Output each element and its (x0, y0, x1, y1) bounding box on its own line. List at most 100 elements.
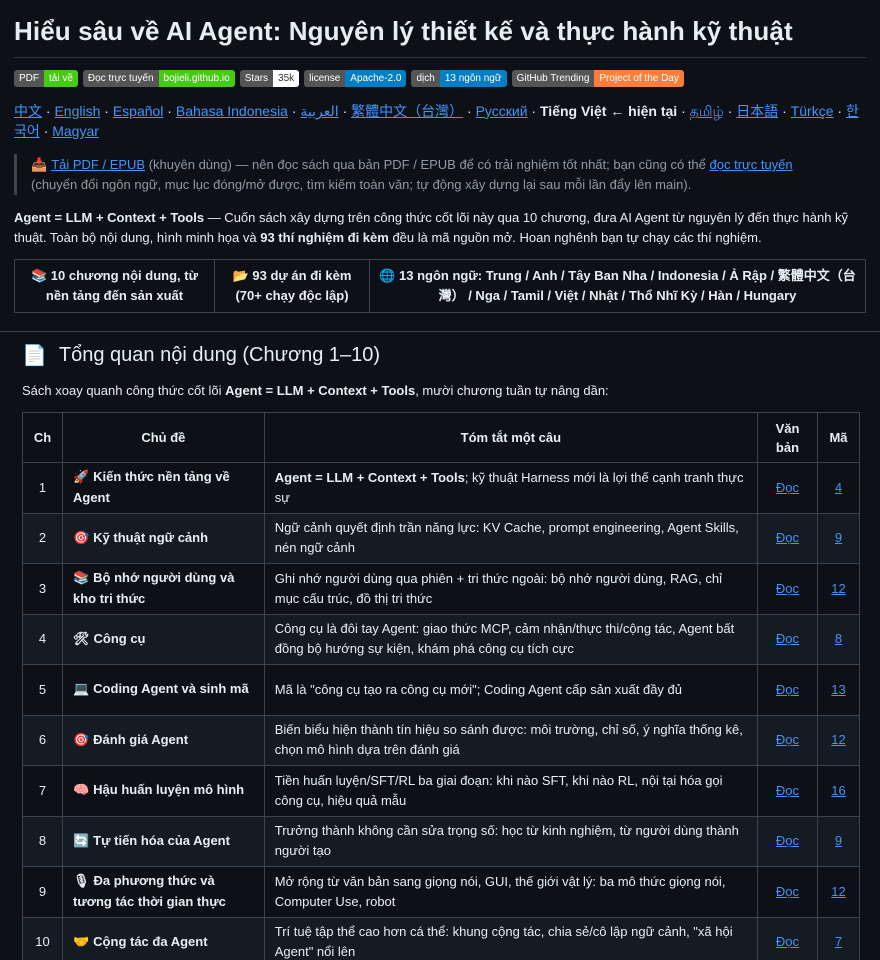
chapter-number: 3 (22, 563, 63, 615)
read-cell: Đọc (757, 512, 818, 564)
table-row: 3 📚 Bộ nhớ người dùng và kho tri thức Ghi n… (22, 563, 861, 615)
contents-section: 📄 Tổng quan nội dung (Chương 1–10) Sách … (22, 343, 861, 960)
chapter-number: 5 (22, 664, 63, 716)
read-link[interactable]: Đọc (776, 581, 799, 596)
language-link[interactable]: Magyar (52, 123, 99, 139)
chapter-summary: Ghi nhớ người dùng qua phiên + tri thức … (263, 563, 759, 615)
topic-icon: 🔄 (72, 833, 90, 849)
chapter-number: 2 (22, 512, 63, 564)
table-row: 6 🎯 Đánh giá Agent Biến biểu hiện thành tín… (22, 714, 861, 766)
table-row: 1 🚀 Kiến thức nền tảng về Agent Agent = LLM… (22, 462, 861, 514)
topic-icon: 🛠 (72, 631, 90, 647)
section-subtitle: Sách xoay quanh công thức cốt lõi Agent … (22, 383, 609, 398)
badge[interactable]: Stars 35k (239, 70, 300, 87)
col-ch: Ch (22, 412, 63, 463)
chapter-summary: Mở rộng từ văn bản sang giọng nói, GUI, … (263, 866, 759, 918)
topic-icon: 🚀 (72, 470, 90, 486)
topic-icon: 🤝 (72, 934, 90, 950)
code-cell: 8 (816, 613, 861, 665)
feature-chapters: 📚 10 chương nội dung, từ nền tảng đến sả… (15, 260, 215, 312)
code-cell: 16 (816, 765, 861, 817)
code-link[interactable]: 12 (831, 732, 845, 747)
read-link[interactable]: Đọc (776, 682, 799, 697)
document-icon: 📄 (22, 343, 47, 367)
code-link[interactable]: 9 (835, 530, 842, 545)
code-link[interactable]: 4 (835, 480, 842, 495)
pdf-epub-link[interactable]: Tải PDF / EPUB (51, 157, 145, 172)
topic-icon: 📚 (72, 571, 90, 587)
read-cell: Đọc (757, 916, 818, 960)
chapter-number: 8 (22, 815, 63, 867)
badge[interactable]: PDF tải về (14, 70, 78, 87)
topic-icon: 🎯 (72, 732, 90, 748)
read-cell: Đọc (757, 462, 818, 514)
badge[interactable]: Đọc trực tuyến bojieli.github.io (82, 70, 235, 87)
language-link[interactable]: 中文 (14, 103, 42, 119)
read-link[interactable]: Đọc (776, 631, 799, 646)
section-divider (0, 331, 880, 332)
code-link[interactable]: 12 (831, 581, 845, 596)
read-link[interactable]: Đọc (776, 783, 799, 798)
read-cell: Đọc (757, 765, 818, 817)
chapter-topic: 🎙 Đa phương thức và tương tác thời gian t… (61, 866, 265, 918)
col-topic: Chủ đề (61, 412, 265, 463)
language-link[interactable]: Bahasa Indonesia (176, 103, 288, 119)
topic-icon: 🧠 (72, 783, 90, 799)
badge[interactable]: dịch 13 ngôn ngữ (411, 70, 507, 87)
language-link[interactable]: 繁體中文（台灣） (351, 103, 463, 119)
current-language: Tiếng Việt ← hiện tại (540, 103, 678, 119)
chapter-topic: 💻 Coding Agent và sinh mã (61, 664, 265, 716)
code-cell: 9 (816, 512, 861, 564)
language-link[interactable]: Español (113, 103, 164, 119)
feature-languages: 🌐 13 ngôn ngữ: Trung / Anh / Tây Ban Nha… (379, 268, 856, 303)
chapter-topic: 🎯 Đánh giá Agent (61, 714, 265, 766)
chapter-number: 10 (22, 916, 63, 960)
chapter-summary: Mã là "công cụ tạo ra công cụ mới"; Codi… (263, 664, 759, 716)
language-link[interactable]: தமிழ் (690, 103, 724, 119)
language-link[interactable]: Русский (476, 103, 528, 119)
chapter-summary: Tiền huấn luyện/SFT/RL ba giai đoạn: khi… (263, 765, 759, 817)
chapter-summary: Agent = LLM + Context + Tools; kỹ thuật … (263, 462, 759, 514)
read-link[interactable]: Đọc (776, 934, 799, 949)
badge[interactable]: GitHub Trending Project of the Day (511, 70, 684, 87)
code-link[interactable]: 16 (831, 783, 845, 798)
code-link[interactable]: 12 (831, 884, 845, 899)
read-link[interactable]: Đọc (776, 530, 799, 545)
chapter-topic: 🤝 Cộng tác đa Agent (61, 916, 265, 960)
chapter-topic: 🚀 Kiến thức nền tảng về Agent (61, 462, 265, 514)
chapter-topic: 📚 Bộ nhớ người dùng và kho tri thức (61, 563, 265, 615)
chapter-number: 6 (22, 714, 63, 766)
download-note: 📥 Tải PDF / EPUB (khuyên dùng) — nên đọc … (14, 154, 866, 195)
download-icon: 📥 (31, 158, 48, 173)
topic-icon: 🎯 (72, 530, 90, 546)
read-link[interactable]: Đọc (776, 884, 799, 899)
language-link[interactable]: العربية (300, 103, 338, 119)
read-link[interactable]: Đọc (776, 480, 799, 495)
code-cell: 13 (816, 664, 861, 716)
code-cell: 12 (816, 866, 861, 918)
page-title: Hiểu sâu về AI Agent: Nguyên lý thiết kế… (14, 0, 866, 58)
badge[interactable]: license Apache-2.0 (304, 70, 407, 87)
code-cell: 9 (816, 815, 861, 867)
chapter-topic: 🧠 Hậu huấn luyện mô hình (61, 765, 265, 817)
table-row: 2 🎯 Kỹ thuật ngữ cảnh Ngữ cảnh quyết định t… (22, 512, 861, 564)
read-link[interactable]: Đọc (776, 732, 799, 747)
read-online-link[interactable]: đọc trực tuyến (710, 157, 793, 172)
code-link[interactable]: 13 (831, 682, 845, 697)
language-list: 中文 · English · Español · Bahasa Indonesi… (14, 103, 859, 139)
code-link[interactable]: 9 (835, 833, 842, 848)
code-link[interactable]: 8 (835, 631, 842, 646)
code-link[interactable]: 7 (835, 934, 842, 949)
code-cell: 4 (816, 462, 861, 514)
read-cell: Đọc (757, 714, 818, 766)
feature-projects: 📂 93 dự án đi kèm (70+ chạy độc lập) (215, 260, 370, 312)
col-code: Mã (816, 412, 861, 463)
language-link[interactable]: Türkçe (791, 103, 834, 119)
table-row: 4 🛠 Công cụ Công cụ là đôi tay Agent: giao … (22, 613, 861, 665)
chapter-number: 9 (22, 866, 63, 918)
read-cell: Đọc (757, 613, 818, 665)
read-link[interactable]: Đọc (776, 833, 799, 848)
language-link[interactable]: English (54, 103, 100, 119)
language-link[interactable]: 日本語 (736, 103, 778, 119)
code-cell: 7 (816, 916, 861, 960)
